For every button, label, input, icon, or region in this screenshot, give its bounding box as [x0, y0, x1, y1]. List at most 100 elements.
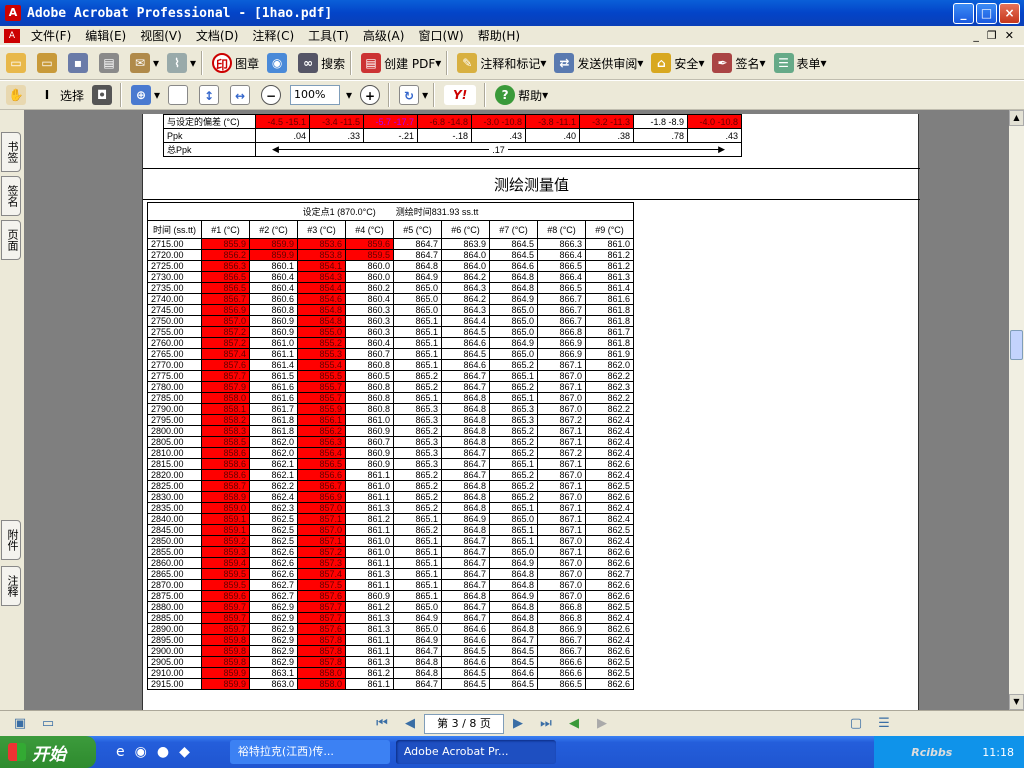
maximize-button[interactable]: □	[976, 2, 997, 24]
scroll-down-button[interactable]: ▼	[1009, 694, 1024, 710]
tab-attachments[interactable]: 附件	[1, 520, 21, 560]
stamp-button[interactable]: 印图章	[210, 50, 261, 76]
temperature-cell: 861.0	[345, 546, 394, 558]
email-button[interactable]: ✉ ▾	[128, 50, 161, 76]
temperature-cell: 866.8	[537, 601, 586, 613]
continuous-icon[interactable]: ☰	[874, 715, 894, 733]
doc-minimize-button[interactable]: _	[973, 29, 979, 42]
sign-button[interactable]: ✒ 签名 ▾	[710, 50, 767, 76]
temperature-cell: 865.1	[393, 348, 442, 360]
open-button[interactable]: ▭	[4, 50, 31, 76]
single-page-icon[interactable]: ▢	[846, 715, 866, 733]
last-page-button[interactable]: ⏭	[536, 715, 556, 733]
organizer-button[interactable]: ▭	[35, 50, 62, 76]
quicklaunch-ie-icon[interactable]: e	[116, 744, 125, 760]
forward-button[interactable]: ▶	[592, 715, 612, 733]
column-header: #5 (°C)	[393, 220, 442, 239]
zoom-in-button[interactable]: +	[358, 82, 385, 108]
doc-close-button[interactable]: ✕	[1005, 29, 1014, 42]
menu-file[interactable]: 文件(F)	[24, 27, 78, 44]
scroll-up-button[interactable]: ▲	[1009, 110, 1024, 126]
send-review-button[interactable]: ⇄ 发送供审阅 ▾	[552, 50, 645, 76]
page-number-field[interactable]: 第 3 / 8 页	[424, 713, 504, 734]
snapshot-button[interactable]: ◘	[90, 82, 117, 108]
yahoo-button[interactable]: Y!	[442, 82, 481, 108]
zoom-out-button[interactable]: −	[259, 82, 286, 108]
print-button[interactable]: ▤	[97, 50, 124, 76]
scroll-thumb[interactable]	[1010, 330, 1023, 360]
help-button[interactable]: ? 帮助 ▾	[493, 82, 550, 108]
tab-comments[interactable]: 注释	[1, 566, 21, 606]
temperature-cell: 866.8	[537, 326, 586, 338]
menu-view[interactable]: 视图(V)	[133, 27, 189, 44]
menu-advanced[interactable]: 高级(A)	[356, 27, 412, 44]
temperature-cell: 864.8	[489, 623, 538, 635]
temperature-cell: 860.9	[249, 326, 298, 338]
create-pdf-button[interactable]: ▤ 创建 PDF ▾	[359, 50, 443, 76]
start-button[interactable]: 开始	[0, 736, 96, 768]
actual-size-button[interactable]	[166, 82, 193, 108]
next-page-button[interactable]: ▶	[508, 715, 528, 733]
fit-width-button[interactable]: ↔	[228, 82, 255, 108]
rotate-button[interactable]: ↻ ▾	[397, 82, 430, 108]
web-button[interactable]: ◉	[265, 50, 292, 76]
hand-tool-button[interactable]: ✋	[4, 82, 31, 108]
tab-signatures[interactable]: 签名	[1, 176, 21, 216]
page-icon	[168, 85, 189, 105]
temperature-cell: 861.1	[249, 348, 298, 360]
deviation-cell: -3.0 -10.8	[471, 114, 526, 129]
attach-button[interactable]: ⌇ ▾	[165, 50, 198, 76]
document-area[interactable]: 与设定的偏差 (°C) -4.5 -15.1 -3.4 -11.5 -5.7 -…	[24, 110, 1009, 710]
forms-button[interactable]: ☰ 表单 ▾	[772, 50, 829, 76]
minimize-button[interactable]: _	[953, 2, 974, 24]
temperature-cell: 855.2	[297, 337, 346, 349]
temperature-cell: 863.9	[441, 238, 490, 250]
search-button[interactable]: ∞ 搜索	[296, 50, 347, 76]
menu-tools[interactable]: 工具(T)	[301, 27, 356, 44]
quicklaunch-qq-icon[interactable]: ◆	[179, 744, 190, 760]
save-button[interactable]: ▪	[66, 50, 93, 76]
zoom-dropdown[interactable]: ▾	[344, 82, 354, 108]
taskbar-item-word[interactable]: 裕特拉克(江西)传...	[229, 740, 390, 764]
page-thumbnail-icon[interactable]: ▣	[10, 715, 30, 733]
row-label: 与设定的偏差 (°C)	[163, 114, 256, 129]
temperature-cell: 862.3	[249, 502, 298, 514]
first-page-button[interactable]: ⏮	[372, 715, 392, 733]
tab-bookmarks[interactable]: 书签	[1, 132, 21, 172]
temperature-cell: 862.9	[249, 645, 298, 657]
temperature-cell: 859.5	[345, 249, 394, 261]
ppk-cell: -.18	[417, 128, 472, 143]
temperature-cell: 859.0	[201, 502, 250, 514]
temperature-cell: 866.5	[537, 260, 586, 272]
secure-button[interactable]: ⌂ 安全 ▾	[649, 50, 706, 76]
temperature-cell: 866.6	[537, 656, 586, 668]
zoom-level-input[interactable]: 100%	[290, 85, 341, 105]
temperature-cell: 864.9	[393, 634, 442, 646]
temperature-cell: 860.8	[345, 403, 394, 415]
menu-edit[interactable]: 编辑(E)	[78, 27, 133, 44]
close-button[interactable]: ×	[999, 2, 1020, 24]
doc-restore-button[interactable]: ❐	[987, 29, 997, 42]
menu-window[interactable]: 窗口(W)	[411, 27, 470, 44]
vertical-scrollbar[interactable]: ▲ ▼	[1009, 110, 1024, 710]
temperature-cell: 861.3	[345, 612, 394, 624]
temperature-cell: 854.8	[297, 304, 346, 316]
select-tool-button[interactable]: I 选择	[35, 82, 86, 108]
taskbar-item-acrobat[interactable]: Adobe Acrobat Pr...	[395, 740, 556, 764]
menu-comments[interactable]: 注释(C)	[245, 27, 301, 44]
back-button[interactable]: ◀	[564, 715, 584, 733]
time-cell: 2755.00	[147, 326, 202, 338]
comment-markup-button[interactable]: ✎ 注释和标记 ▾	[455, 50, 548, 76]
temperature-cell: 861.3	[345, 656, 394, 668]
temperature-cell: 856.6	[297, 469, 346, 481]
fit-page-button[interactable]: ↕	[197, 82, 224, 108]
tab-pages[interactable]: 页面	[1, 220, 21, 260]
zoom-tool-button[interactable]: ⊕ ▾	[129, 82, 162, 108]
menu-document[interactable]: 文档(D)	[189, 27, 246, 44]
prev-page-button[interactable]: ◀	[400, 715, 420, 733]
quicklaunch-firefox-icon[interactable]: ●	[157, 744, 169, 760]
quicklaunch-media-icon[interactable]: ◉	[135, 744, 147, 760]
document-icon[interactable]: A	[4, 28, 20, 43]
menu-help[interactable]: 帮助(H)	[471, 27, 527, 44]
page-layout-icon[interactable]: ▭	[38, 715, 58, 733]
